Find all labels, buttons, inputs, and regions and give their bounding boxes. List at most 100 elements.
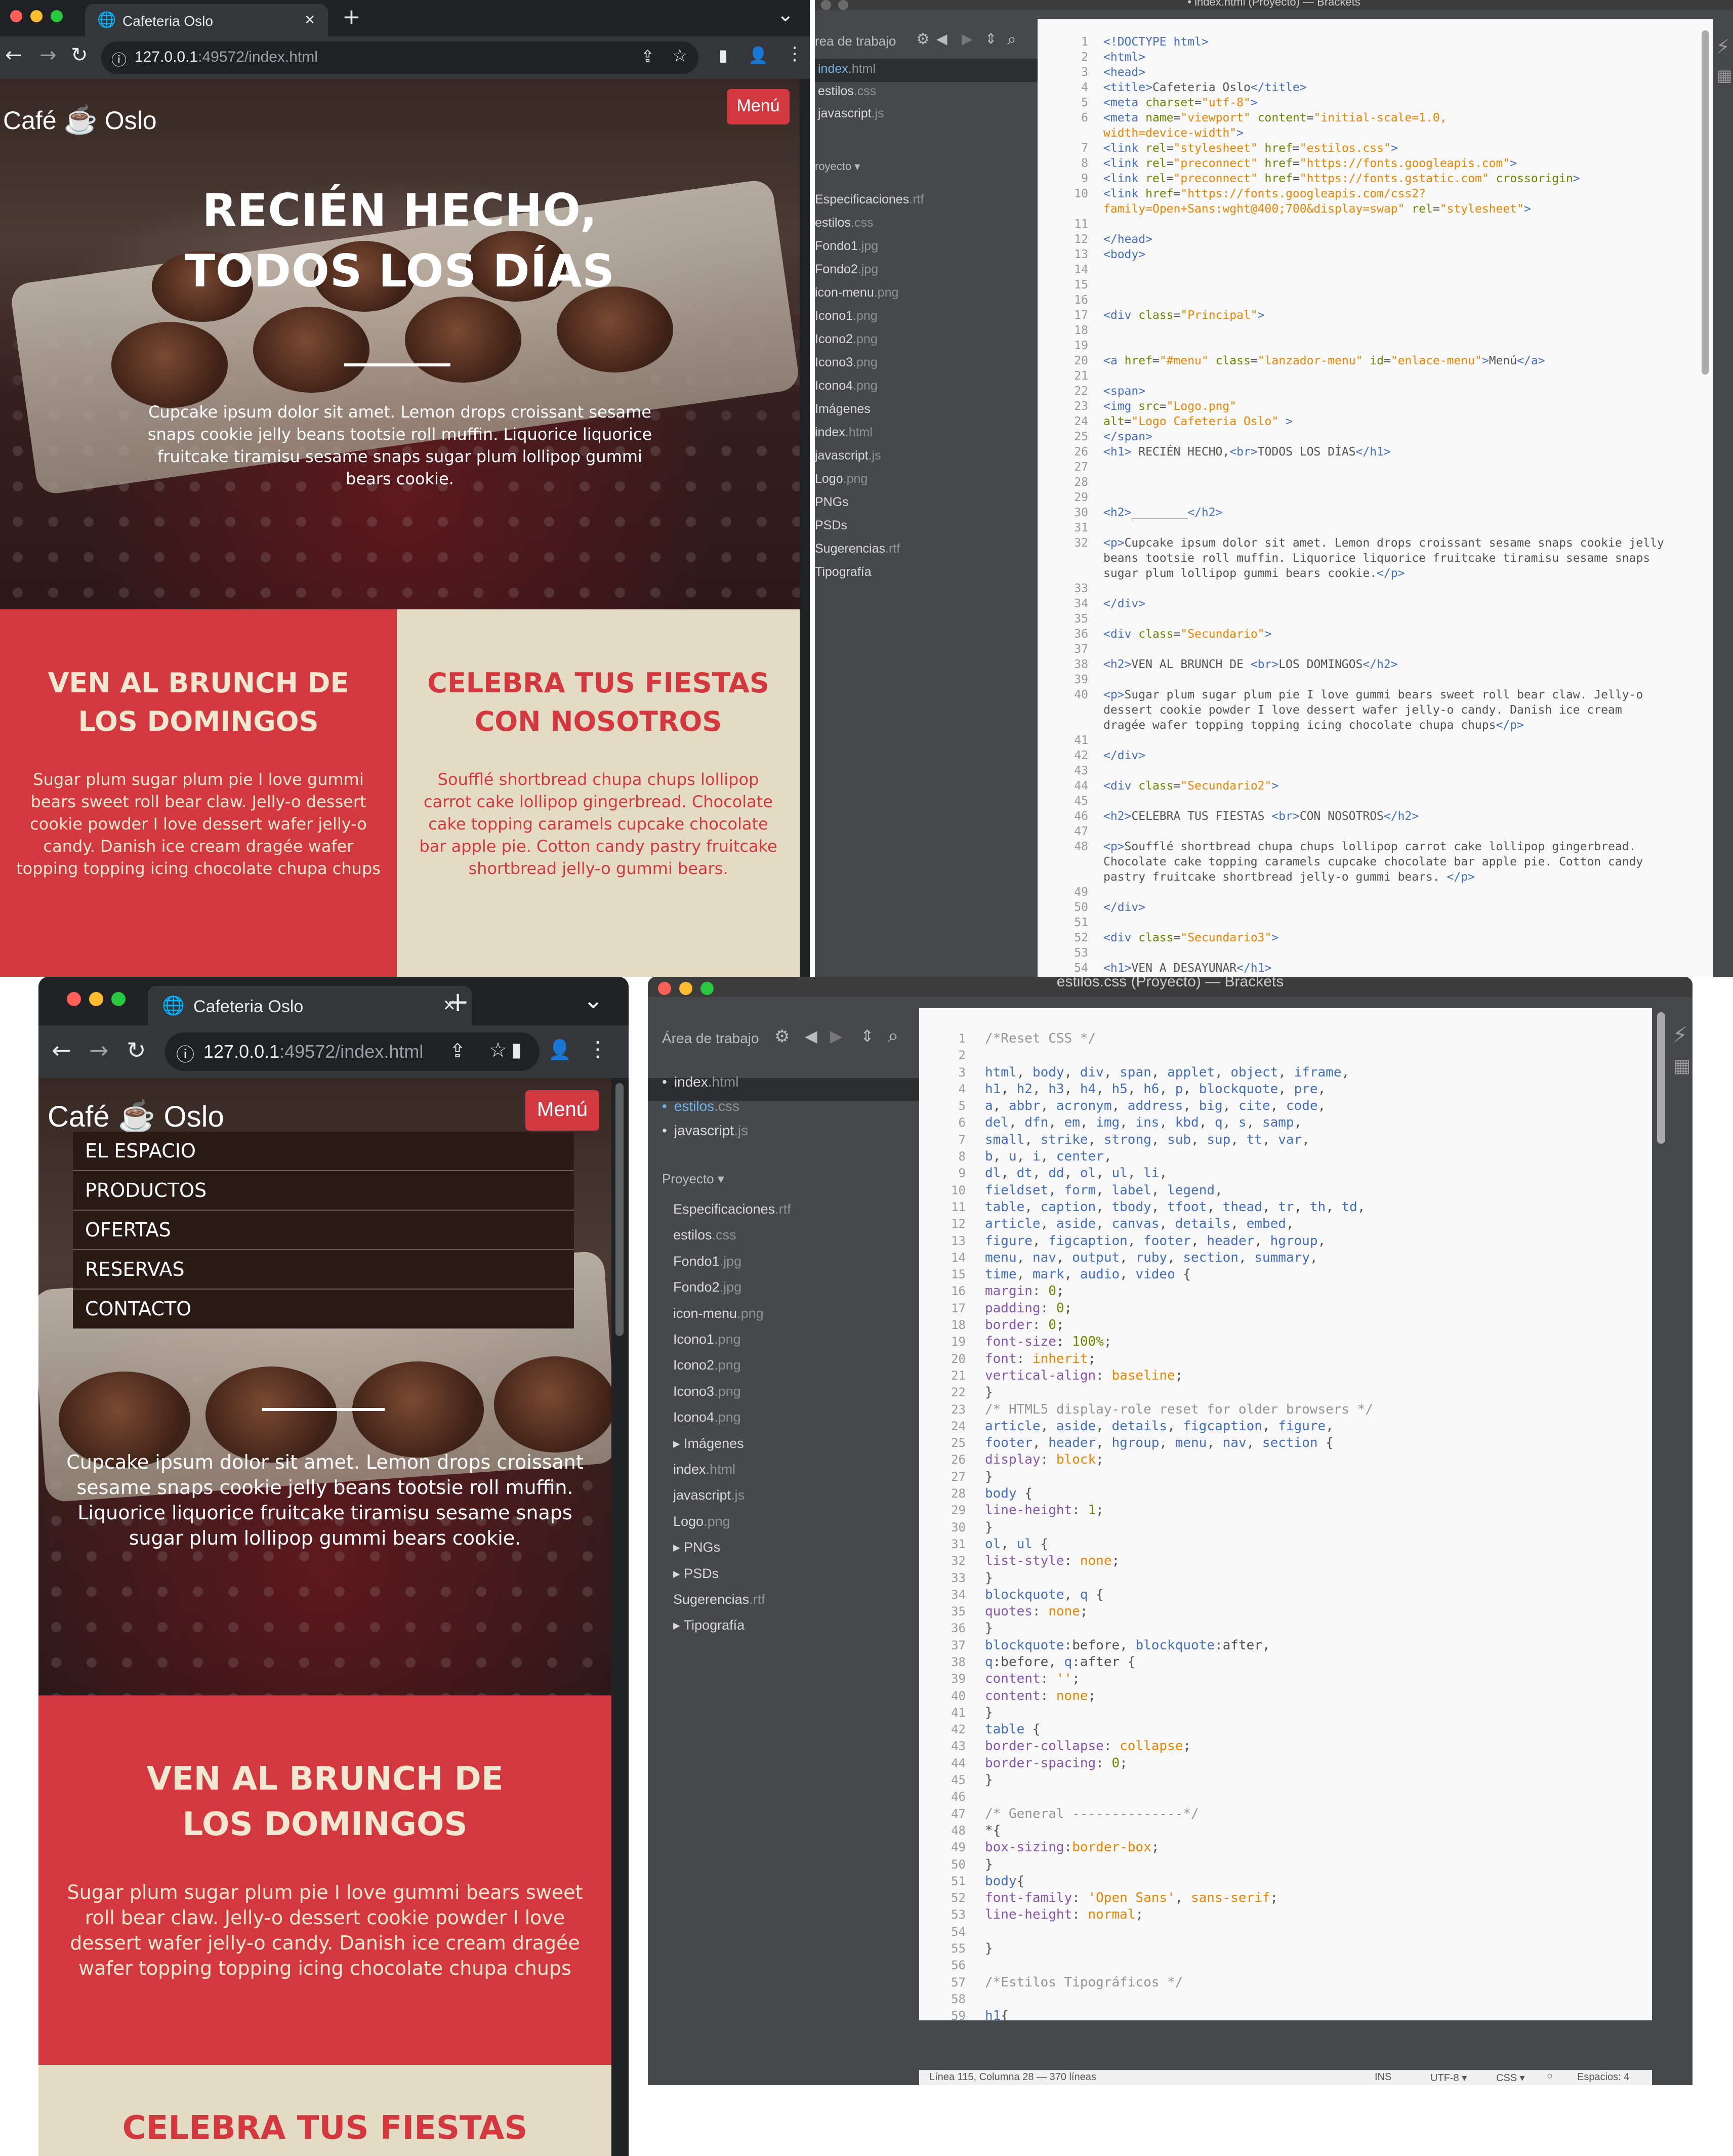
code-editor[interactable]: 1 2 3 4 5 6 7 8 9 10 11 12 13 14 15 16 1… <box>1038 19 1713 977</box>
file-item[interactable]: Sugerencias.rtf <box>673 1592 765 1607</box>
site-info-icon[interactable]: ⓘ <box>111 48 127 70</box>
file-item[interactable]: Icono1.png <box>815 309 878 323</box>
file-item[interactable]: Fondo1.jpg <box>673 1254 741 1269</box>
live-preview-icon[interactable]: ⚡ <box>1716 35 1730 59</box>
back-icon[interactable]: ← <box>52 1036 71 1064</box>
page-scrollbar[interactable] <box>615 1083 624 1336</box>
menu-button[interactable]: Menú <box>727 89 790 125</box>
split-view-icon[interactable]: ⚙ <box>916 30 930 48</box>
file-item[interactable]: Icono2.png <box>815 332 878 347</box>
nav-back-icon[interactable]: ◀ <box>805 1026 817 1046</box>
file-item[interactable]: Logo.png <box>815 472 868 486</box>
split-view-icon[interactable]: ⚙ <box>774 1026 790 1047</box>
file-item[interactable]: ▸ Tipografía <box>673 1618 745 1633</box>
sidebar-icon[interactable]: ▮ <box>511 1039 522 1061</box>
file-item[interactable]: Icono4.png <box>815 379 878 393</box>
tab-search-icon[interactable]: ⌄ <box>777 3 794 26</box>
back-icon[interactable]: ← <box>5 44 22 67</box>
reload-icon[interactable]: ↻ <box>127 1036 146 1064</box>
nav-forward-icon[interactable]: ▶ <box>830 1026 843 1046</box>
search-icon[interactable]: ⌕ <box>1007 29 1016 49</box>
sort-icon[interactable]: ⇕ <box>985 30 997 47</box>
forward-icon[interactable]: → <box>89 1036 109 1064</box>
zoom-window-icon[interactable] <box>111 992 126 1006</box>
extension-manager-icon[interactable]: ▦ <box>1673 1056 1690 1076</box>
file-item[interactable]: javascript.js <box>815 448 881 463</box>
more-menu-icon[interactable]: ⋮ <box>786 44 804 64</box>
project-header[interactable]: Proyecto ▾ <box>662 1171 724 1187</box>
editor-scrollbar[interactable] <box>1702 30 1709 375</box>
close-window-icon[interactable] <box>658 982 671 995</box>
zoom-window-icon[interactable] <box>51 10 63 22</box>
menu-item-ofertas[interactable]: OFERTAS <box>73 1211 574 1250</box>
menu-item-reservas[interactable]: RESERVAS <box>73 1250 574 1290</box>
bookmark-star-icon[interactable]: ☆ <box>489 1039 507 1062</box>
indent-setting[interactable]: Espacios: 4 <box>1577 2071 1629 2083</box>
sidebar-icon[interactable]: ▮ <box>719 46 728 65</box>
nav-back-icon[interactable]: ◀ <box>936 30 947 47</box>
minimize-window-icon[interactable] <box>838 0 848 10</box>
file-item[interactable]: javascript.js <box>818 106 884 121</box>
menu-button[interactable]: Menú <box>525 1090 599 1131</box>
tab-search-icon[interactable]: ⌄ <box>583 986 603 1014</box>
more-menu-icon[interactable]: ⋮ <box>587 1036 608 1061</box>
menu-item-contacto[interactable]: CONTACTO <box>73 1290 574 1329</box>
site-info-icon[interactable]: ⓘ <box>176 1040 194 1066</box>
extension-manager-icon[interactable]: ▦ <box>1717 66 1732 85</box>
close-window-icon[interactable] <box>10 10 22 22</box>
file-item[interactable]: index.html <box>818 62 876 76</box>
code-editor[interactable]: 1 2 3 4 5 6 7 8 9 10 11 12 13 14 15 16 1… <box>919 1008 1652 2020</box>
nav-forward-icon[interactable]: ▶ <box>962 30 973 47</box>
address-bar[interactable]: ⓘ 127.0.0.1:49572/index.html ⇪ ☆ <box>165 1032 540 1071</box>
close-window-icon[interactable] <box>821 0 831 10</box>
file-item[interactable]: • estilos.css <box>662 1098 739 1114</box>
file-item[interactable]: • javascript.js <box>662 1123 748 1139</box>
bookmark-star-icon[interactable]: ☆ <box>672 46 687 66</box>
zoom-window-icon[interactable] <box>700 982 714 995</box>
file-item[interactable]: index.html <box>673 1462 735 1477</box>
forward-icon[interactable]: → <box>39 44 57 67</box>
file-item[interactable]: Icono1.png <box>673 1332 741 1347</box>
editor-scrollbar[interactable] <box>1657 1012 1665 1144</box>
file-item[interactable]: javascript.js <box>673 1487 745 1503</box>
minimize-window-icon[interactable] <box>679 982 692 995</box>
tab-cafeteria-oslo[interactable]: 🌐 Cafeteria Oslo × <box>85 4 328 36</box>
reload-icon[interactable]: ↻ <box>71 44 88 67</box>
sort-icon[interactable]: ⇕ <box>860 1026 874 1046</box>
file-item[interactable]: index.html <box>815 425 873 440</box>
address-bar[interactable]: ⓘ 127.0.0.1:49572/index.html ⇪ ☆ <box>101 42 698 74</box>
file-item[interactable]: Icono2.png <box>673 1357 741 1373</box>
file-item[interactable]: estilos.css <box>815 216 873 230</box>
file-item[interactable]: estilos.css <box>818 84 876 99</box>
file-item[interactable]: Icono3.png <box>673 1384 741 1399</box>
new-tab-icon[interactable]: + <box>446 986 469 1018</box>
menu-item-productos[interactable]: PRODUCTOS <box>73 1171 574 1211</box>
file-item[interactable]: ▸ Imágenes <box>673 1436 744 1452</box>
file-item[interactable]: Icono4.png <box>673 1409 741 1425</box>
site-logo[interactable]: Café ☕ Oslo <box>48 1098 224 1134</box>
profile-icon[interactable]: 👤 <box>748 46 768 65</box>
file-item[interactable]: PNGs <box>815 495 849 510</box>
tab-cafeteria-oslo[interactable]: 🌐 Cafeteria Oslo × <box>148 986 472 1025</box>
insert-mode-indicator[interactable]: INS <box>1375 2071 1391 2083</box>
file-item[interactable]: icon-menu.png <box>673 1306 764 1321</box>
file-item[interactable]: ▸ PNGs <box>673 1540 720 1555</box>
file-item[interactable]: Tipografía <box>815 565 872 579</box>
file-item[interactable]: Fondo2.jpg <box>815 262 878 277</box>
close-tab-icon[interactable]: × <box>305 10 315 30</box>
project-header[interactable]: royecto ▾ <box>815 160 860 173</box>
site-logo[interactable]: Café ☕ Oslo <box>3 104 157 136</box>
encoding-dropdown[interactable]: UTF-8 ▾ <box>1430 2071 1467 2084</box>
file-item[interactable]: estilos.css <box>673 1227 736 1243</box>
search-icon[interactable]: ⌕ <box>888 1024 898 1047</box>
live-preview-icon[interactable]: ⚡ <box>1672 1022 1688 1048</box>
file-item[interactable]: Especificaciones.rtf <box>815 192 924 207</box>
file-item[interactable]: Icono3.png <box>815 355 878 370</box>
menu-item-el-espacio[interactable]: EL ESPACIO <box>73 1132 574 1171</box>
close-window-icon[interactable] <box>67 992 81 1006</box>
file-item[interactable]: • index.html <box>662 1074 738 1090</box>
code-content[interactable]: /*Reset CSS */ html, body, div, span, ap… <box>985 1030 1373 2020</box>
file-item[interactable]: icon-menu.png <box>815 285 898 300</box>
minimize-window-icon[interactable] <box>30 10 43 22</box>
profile-icon[interactable]: 👤 <box>548 1039 571 1061</box>
